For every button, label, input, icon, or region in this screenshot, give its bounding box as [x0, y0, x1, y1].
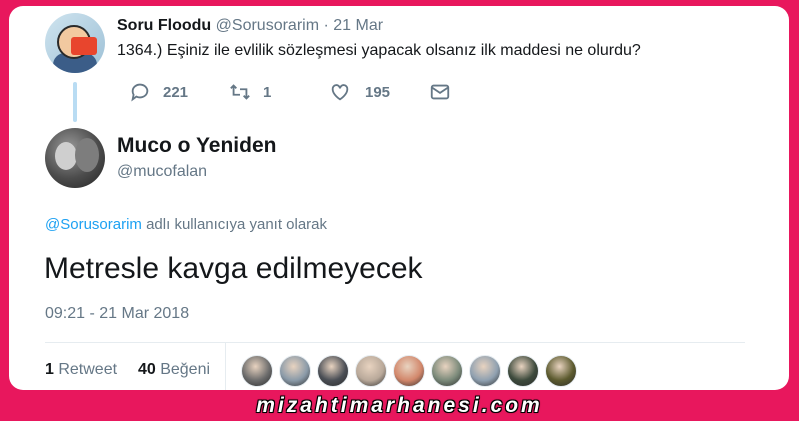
liker-avatar[interactable] [241, 355, 273, 387]
like-count: 195 [365, 83, 391, 101]
main-avatar[interactable] [45, 128, 105, 188]
retweet-stat[interactable]: 1 Retweet [45, 361, 117, 378]
liker-avatar[interactable] [431, 355, 463, 387]
like-stat-label: Beğeni [155, 361, 211, 378]
liker-avatar[interactable] [279, 355, 311, 387]
tweet-card: Soru Floodu @Sorusorarim · 21 Mar 1364.)… [9, 6, 789, 390]
liker-avatar[interactable] [317, 355, 349, 387]
tweet-stats: 1 Retweet 40 Beğeni [45, 361, 210, 379]
reply-mention-link[interactable]: @Sorusorarim [45, 216, 142, 233]
reply-button[interactable]: 221 [129, 81, 188, 103]
parent-tweet-text: 1364.) Eşiniz ile evlilik sözleşmesi yap… [117, 42, 641, 59]
retweet-stat-label: Retweet [53, 361, 118, 378]
retweet-count: 1 [263, 83, 272, 101]
stats-separator [225, 343, 226, 390]
liker-avatar[interactable] [507, 355, 539, 387]
heart-icon [331, 84, 349, 101]
liker-avatar[interactable] [355, 355, 387, 387]
reply-icon [131, 83, 149, 102]
reply-count: 221 [163, 83, 189, 101]
like-button[interactable]: 195 [329, 81, 390, 103]
tweet-timestamp[interactable]: 09:21 - 21 Mar 2018 [45, 305, 189, 323]
watermark: mizahtimarhanesi.com [256, 394, 543, 417]
retweet-icon [230, 84, 250, 100]
liker-avatar[interactable] [393, 355, 425, 387]
liker-avatar[interactable] [469, 355, 501, 387]
retweet-button[interactable]: 1 [229, 81, 271, 103]
parent-author-handle[interactable]: @Sorusorarim [216, 17, 319, 34]
main-tweet-text: Metresle kavga edilmeyecek [44, 252, 423, 285]
reply-context: @Sorusorarim adlı kullanıcıya yanıt olar… [45, 216, 327, 233]
divider [45, 342, 745, 343]
envelope-icon [430, 84, 450, 100]
liker-avatars [241, 355, 583, 387]
reply-context-text: adlı kullanıcıya yanıt olarak [141, 216, 328, 233]
header-separator: · [323, 17, 329, 34]
parent-tweet-header: Soru Floodu @Sorusorarim · 21 Mar [117, 17, 383, 35]
parent-author-name[interactable]: Soru Floodu [117, 17, 211, 34]
main-author-name[interactable]: Muco o Yeniden [117, 134, 276, 158]
thread-line [73, 82, 77, 122]
parent-avatar[interactable] [45, 13, 105, 73]
retweet-stat-count: 1 [45, 361, 54, 378]
direct-message-button[interactable] [429, 81, 451, 103]
like-stat[interactable]: 40 Beğeni [138, 361, 210, 378]
main-author-handle[interactable]: @mucofalan [117, 163, 207, 181]
parent-tweet-date[interactable]: 21 Mar [333, 17, 383, 34]
like-stat-count: 40 [137, 361, 156, 378]
liker-avatar[interactable] [545, 355, 577, 387]
